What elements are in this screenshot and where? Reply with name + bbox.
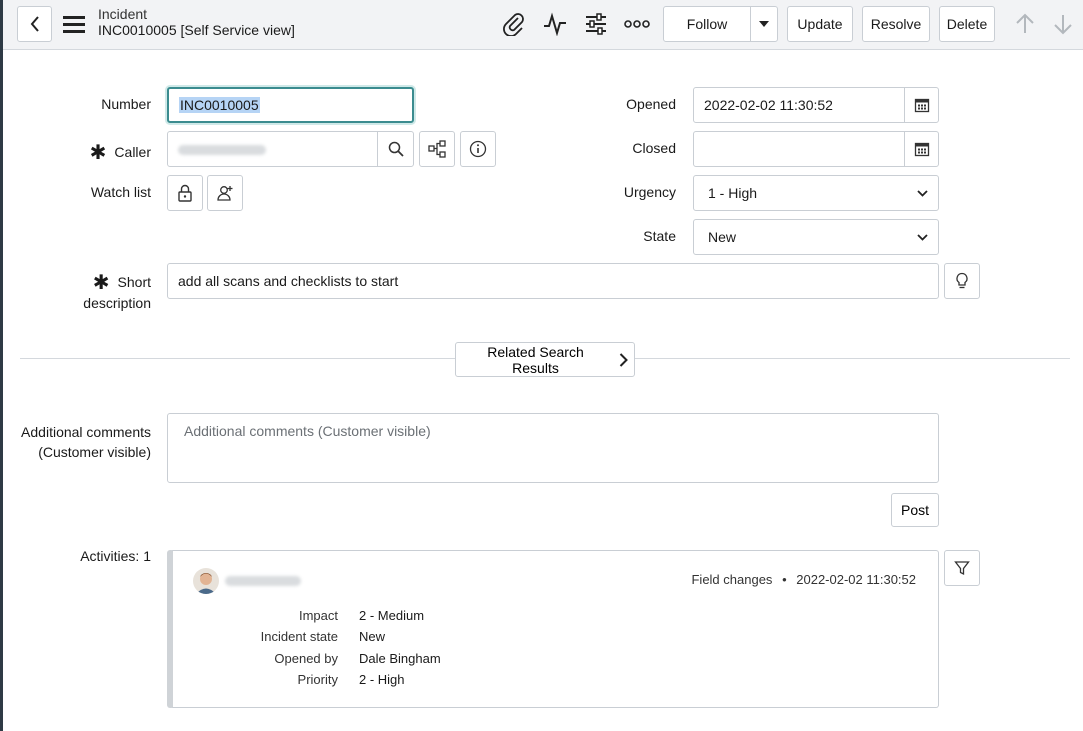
required-icon: ✱ (89, 142, 107, 164)
caller-value-redacted (178, 145, 266, 155)
record-title: Incident INC0010005 [Self Service view] (98, 6, 295, 38)
closed-calendar-button[interactable] (904, 132, 938, 166)
avatar (193, 568, 219, 594)
search-icon (388, 141, 404, 157)
caret-down-icon (759, 21, 769, 27)
activity-field-name: Impact (298, 608, 338, 623)
activity-user-redacted (225, 576, 301, 586)
caller-info-button[interactable] (460, 131, 496, 167)
record-table-name: Incident (98, 6, 148, 22)
more-icon[interactable] (623, 10, 651, 38)
opened-calendar-button[interactable] (904, 88, 938, 122)
caller-field[interactable] (167, 131, 414, 167)
form-header: Incident INC0010005 [Self Service view] … (3, 0, 1083, 50)
opened-label: Opened (626, 96, 676, 112)
back-button[interactable] (17, 6, 52, 42)
activity-field-value: 2 - High (359, 672, 405, 687)
state-value: New (708, 229, 737, 245)
delete-button[interactable]: Delete (939, 6, 995, 42)
watch-list-lock-button[interactable] (167, 175, 203, 211)
add-user-icon (217, 186, 233, 201)
activities-label: Activities: 1 (80, 548, 151, 564)
left-rail (0, 0, 3, 731)
short-description-field[interactable]: add all scans and checklists to start (167, 263, 939, 299)
state-select[interactable]: New (693, 219, 939, 255)
short-description-label-line1: Short (117, 274, 151, 290)
update-button[interactable]: Update (787, 6, 853, 42)
activity-meta-separator: • (782, 572, 787, 587)
activity-field-value: Dale Bingham (359, 651, 441, 666)
chevron-right-icon (619, 352, 628, 367)
related-search-results-label: Related Search Results (487, 343, 584, 376)
paperclip-icon[interactable] (500, 10, 528, 38)
watch-list-label: Watch list (90, 184, 151, 200)
calendar-icon (914, 98, 929, 113)
short-description-label: ✱ Short description (40, 272, 151, 313)
number-label: Number (101, 96, 151, 112)
activity-field-name: Opened by (274, 651, 338, 666)
chevron-left-icon (30, 16, 39, 32)
closed-field[interactable] (693, 131, 939, 167)
resolve-button[interactable]: Resolve (862, 6, 930, 42)
urgency-select[interactable]: 1 - High (693, 175, 939, 211)
activity-field-value: New (359, 629, 386, 644)
chevron-down-icon (917, 189, 928, 197)
suggestion-button[interactable] (944, 263, 980, 299)
caller-lookup-button[interactable] (377, 132, 413, 166)
calendar-icon (914, 142, 929, 157)
caller-label: ✱ Caller (60, 140, 151, 165)
arrow-up-icon[interactable] (1011, 10, 1039, 38)
number-field[interactable]: INC0010005 (167, 87, 414, 123)
short-description-label-line2: description (83, 295, 151, 311)
chevron-down-icon (917, 233, 928, 241)
activity-meta: Field changes • 2022-02-02 11:30:52 (691, 572, 916, 587)
filter-icon (954, 561, 970, 576)
lock-icon (178, 184, 192, 202)
sliders-icon[interactable] (582, 10, 610, 38)
additional-comments-label-line2: (Customer visible) (38, 444, 151, 460)
pulse-icon[interactable] (541, 10, 569, 38)
activity-type: Field changes (691, 572, 773, 587)
post-button[interactable]: Post (891, 493, 939, 527)
related-search-results-button[interactable]: Related Search Results (455, 342, 635, 377)
additional-comments-label: Additional comments (Customer visible) (10, 422, 151, 462)
activity-entry: Field changes • 2022-02-02 11:30:52 Impa… (167, 550, 939, 708)
follow-dropdown-button[interactable] (750, 6, 778, 42)
activity-timestamp: 2022-02-02 11:30:52 (796, 572, 916, 587)
caller-label-text: Caller (114, 144, 151, 160)
activity-field-value: 2 - Medium (359, 608, 425, 623)
watch-list-add-me-button[interactable] (207, 175, 243, 211)
activity-field-name: Priority (297, 672, 338, 687)
hamburger-icon[interactable] (61, 12, 87, 36)
lightbulb-icon (956, 272, 968, 289)
urgency-label: Urgency (623, 184, 676, 200)
short-description-value: add all scans and checklists to start (178, 273, 399, 289)
additional-comments-textarea[interactable]: Additional comments (Customer visible) (167, 413, 939, 483)
activity-filter-button[interactable] (944, 550, 980, 586)
opened-value: 2022-02-02 11:30:52 (704, 97, 833, 113)
info-icon (469, 140, 487, 158)
arrow-down-icon[interactable] (1049, 10, 1077, 38)
additional-comments-label-line1: Additional comments (21, 424, 151, 440)
follow-button[interactable]: Follow (663, 6, 751, 42)
hierarchy-icon (428, 140, 446, 158)
opened-field[interactable]: 2022-02-02 11:30:52 (693, 87, 939, 123)
state-label: State (643, 228, 676, 244)
required-icon: ✱ (92, 272, 110, 294)
urgency-value: 1 - High (708, 185, 758, 201)
number-value: INC0010005 (179, 97, 260, 113)
closed-label: Closed (632, 140, 676, 156)
caller-tree-button[interactable] (419, 131, 455, 167)
record-number-view: INC0010005 [Self Service view] (98, 22, 295, 38)
activity-field-name: Incident state (260, 629, 338, 644)
